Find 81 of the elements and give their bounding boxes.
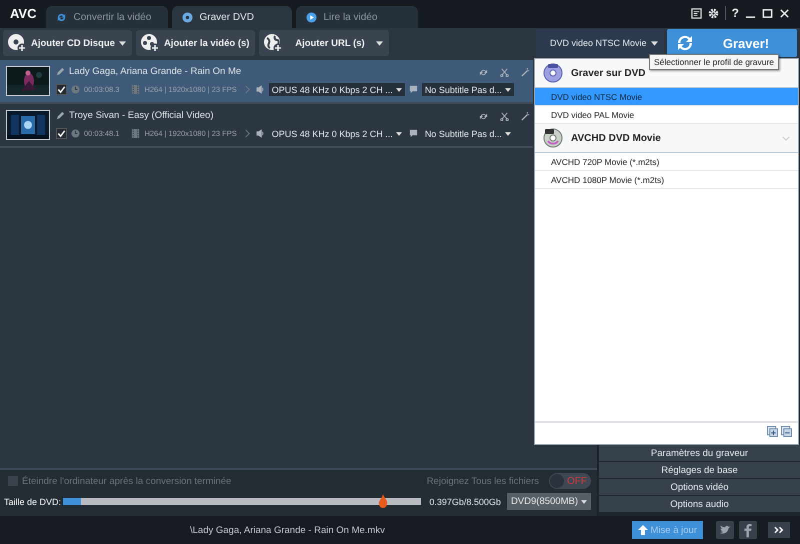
subtitle-dropdown[interactable]: No Subtitle Pas d... bbox=[422, 83, 514, 96]
magic-wand-icon[interactable] bbox=[521, 68, 530, 77]
refresh-icon[interactable] bbox=[479, 68, 488, 77]
checkbox[interactable] bbox=[56, 84, 67, 95]
film-reel-add-icon bbox=[140, 33, 160, 53]
settings-button[interactable]: Options audio bbox=[599, 496, 800, 512]
flame-icon bbox=[378, 494, 388, 508]
caret-icon bbox=[376, 40, 384, 46]
speaker-icon bbox=[256, 129, 265, 138]
hd-disc-icon bbox=[543, 128, 563, 148]
tab[interactable]: Graver DVD bbox=[172, 6, 292, 28]
menu-item[interactable]: DVD video NTSC Movie bbox=[535, 88, 798, 106]
caret-icon bbox=[504, 88, 511, 92]
bird-icon[interactable] bbox=[716, 521, 734, 539]
speech-bubble-icon bbox=[408, 85, 418, 94]
caret-icon bbox=[504, 132, 511, 136]
remove-icon[interactable] bbox=[781, 426, 792, 437]
pencil-icon[interactable] bbox=[56, 67, 65, 76]
speaker-icon bbox=[256, 85, 265, 94]
film-icon bbox=[131, 129, 140, 138]
settings-button[interactable]: Paramètres du graveur bbox=[599, 445, 800, 461]
maximize-icon[interactable] bbox=[762, 8, 773, 18]
close-icon[interactable] bbox=[779, 8, 790, 18]
shutdown-label: Éteindre l'ordinateur après la conversion terminée bbox=[22, 476, 232, 486]
tab[interactable]: Lire la vidéo bbox=[296, 6, 418, 28]
speech-bubble-icon bbox=[408, 129, 418, 138]
profile-dropdown[interactable]: DVD video NTSC Movie bbox=[536, 29, 664, 57]
join-files-label: Rejoignez Tous les fichiers bbox=[426, 476, 539, 486]
upload-arrow-icon bbox=[638, 525, 648, 535]
caret-icon bbox=[118, 40, 126, 46]
chevron-right-icon bbox=[242, 85, 252, 94]
caret-icon bbox=[651, 40, 658, 46]
settings-button[interactable]: Options vidéo bbox=[599, 479, 800, 495]
add-icon[interactable] bbox=[767, 426, 778, 437]
clock-icon bbox=[71, 129, 80, 138]
file-path: \Lady Gaga, Ariana Grande - Rain On Me.mkv bbox=[190, 524, 385, 536]
add-button[interactable]: Ajouter URL (s) bbox=[259, 30, 390, 56]
caret-icon bbox=[396, 88, 402, 92]
dvd-size-label: Taille de DVD: bbox=[4, 496, 62, 506]
refresh-icon bbox=[56, 12, 68, 22]
file-title: Troye Sivan - Easy (Official Video) bbox=[69, 110, 214, 121]
film-icon bbox=[131, 85, 140, 94]
disc-icon bbox=[182, 12, 194, 22]
magic-wand-icon[interactable] bbox=[521, 112, 530, 121]
file-title: Lady Gaga, Ariana Grande - Rain On Me bbox=[69, 66, 242, 77]
menu-group-header[interactable]: AVCHD DVD Movie bbox=[535, 124, 798, 153]
menu-item[interactable]: AVCHD 720P Movie (*.m2ts) bbox=[535, 153, 798, 171]
checkbox[interactable] bbox=[56, 128, 67, 139]
size-reading: 0.397Gb/8.500Gb bbox=[429, 496, 501, 506]
clock-icon bbox=[71, 85, 80, 94]
tab[interactable]: Convertir la vidéo bbox=[46, 6, 168, 28]
audio-dropdown[interactable]: OPUS 48 KHz 0 Kbps 2 CH ... bbox=[268, 127, 405, 140]
add-button[interactable]: Ajouter la vidéo (s) bbox=[136, 30, 256, 56]
play-icon bbox=[306, 12, 318, 22]
menu-item[interactable]: AVCHD 1080P Movie (*.m2ts) bbox=[535, 171, 798, 189]
audio-dropdown[interactable]: OPUS 48 KHz 0 Kbps 2 CH ... bbox=[268, 83, 405, 96]
double-chevron-icon bbox=[774, 526, 784, 534]
pencil-icon[interactable] bbox=[56, 111, 65, 120]
disc-add-icon bbox=[7, 33, 27, 53]
settings-icon[interactable] bbox=[708, 8, 719, 18]
expand-button[interactable] bbox=[768, 522, 790, 538]
refresh-icon[interactable] bbox=[479, 112, 488, 121]
scissors-icon[interactable] bbox=[500, 112, 509, 121]
add-button[interactable]: Ajouter CD Disque bbox=[3, 30, 132, 56]
checkbox[interactable] bbox=[8, 476, 18, 486]
dvd-disc-icon bbox=[543, 63, 563, 83]
app-logo: AVC bbox=[9, 6, 38, 23]
list-icon[interactable] bbox=[690, 8, 702, 18]
subtitle-dropdown[interactable]: No Subtitle Pas d... bbox=[422, 127, 514, 140]
chevron-down-icon bbox=[782, 136, 790, 140]
globe-add-icon bbox=[263, 33, 284, 53]
settings-button[interactable]: Réglages de base bbox=[599, 462, 800, 478]
tooltip: Sélectionner le profil de gravure bbox=[649, 54, 780, 70]
chevron-right-icon bbox=[242, 129, 252, 138]
disc-type-dropdown[interactable]: DVD9(8500MB) bbox=[506, 493, 591, 510]
refresh-icon bbox=[675, 33, 695, 53]
scissors-icon[interactable] bbox=[500, 68, 509, 77]
help-button[interactable]: ? bbox=[732, 6, 739, 20]
letter-f-logo-icon[interactable] bbox=[739, 521, 757, 539]
caret-icon bbox=[396, 132, 402, 136]
caret-icon bbox=[581, 500, 587, 504]
